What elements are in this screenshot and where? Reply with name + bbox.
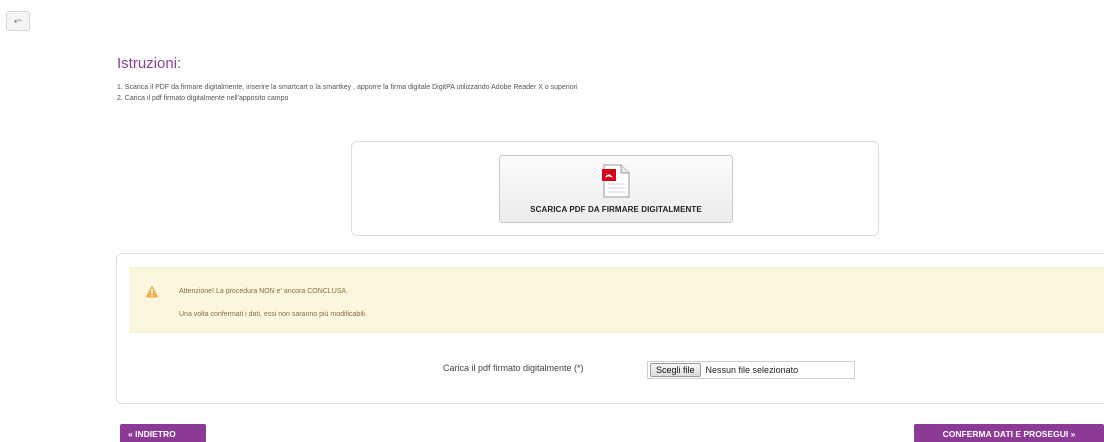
download-pdf-button[interactable]: SCARICA PDF DA FIRMARE DIGITALMENTE xyxy=(499,155,733,223)
instruction-step-2: 2. Carica il pdf firmato digitalmente ne… xyxy=(117,95,289,102)
pdf-file-icon xyxy=(602,164,630,198)
back-arrow-button[interactable]: ⬿ xyxy=(6,11,30,31)
warning-icon xyxy=(145,285,159,298)
warning-alert: Attenzione! La procedura NON e' ancora C… xyxy=(130,267,1104,333)
signed-pdf-file-input[interactable]: Scegli file Nessun file selezionato xyxy=(647,361,855,379)
page: ⬿ Istruzioni: 1. Scarica il PDF da firma… xyxy=(0,0,1104,442)
back-button[interactable]: « INDIETRO xyxy=(120,424,206,442)
download-pdf-label: SCARICA PDF DA FIRMARE DIGITALMENTE xyxy=(530,205,702,214)
upload-panel: Attenzione! La procedura NON e' ancora C… xyxy=(116,253,1104,404)
no-file-selected-text: Nessun file selezionato xyxy=(705,365,799,375)
alert-message-2: Una volta confermati i dati, essi non sa… xyxy=(179,311,367,318)
alert-message-1: Attenzione! La procedura NON e' ancora C… xyxy=(179,288,349,295)
confirm-and-continue-button[interactable]: CONFERMA DATI E PROSEGUI » xyxy=(914,424,1104,442)
instruction-step-1: 1. Scarica il PDF da firmare digitalment… xyxy=(117,84,578,91)
download-panel: SCARICA PDF DA FIRMARE DIGITALMENTE xyxy=(351,141,879,236)
choose-file-button[interactable]: Scegli file xyxy=(650,363,701,377)
instructions-list: 1. Scarica il PDF da firmare digitalment… xyxy=(117,82,578,104)
upload-field-label: Carica il pdf firmato digitalmente (*) xyxy=(443,363,584,373)
back-arrow-icon: ⬿ xyxy=(14,15,22,27)
instructions-title: Istruzioni: xyxy=(117,55,182,72)
